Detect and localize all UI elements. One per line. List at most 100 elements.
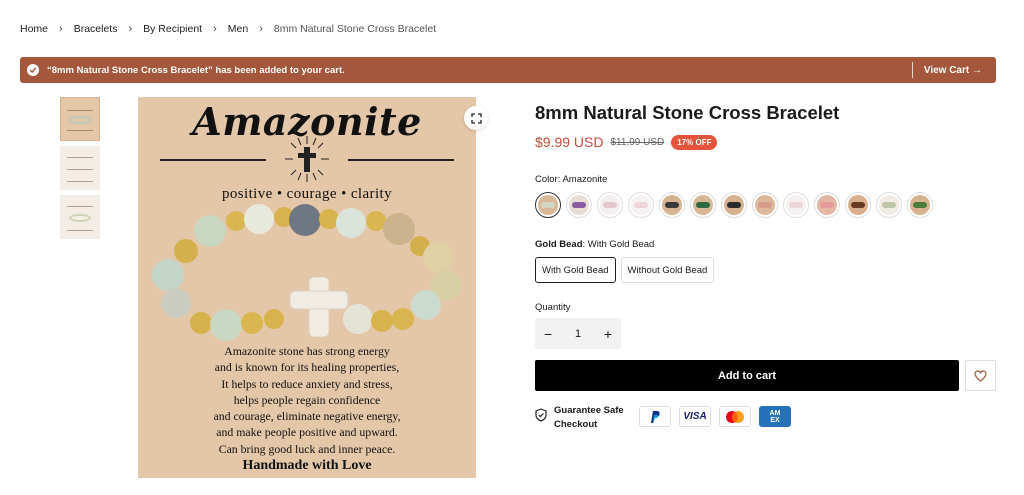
thumbnail-3[interactable] (60, 195, 100, 239)
swatch-image (786, 195, 806, 215)
gold-bead-label: Gold Bead (535, 239, 583, 250)
guarantee-text: Guarantee Safe Checkout (554, 405, 624, 430)
color-swatch[interactable] (690, 192, 716, 218)
main-product-image[interactable]: Amazonite positive • courage • clarity A… (138, 97, 476, 478)
sale-price: $9.99 USD (535, 134, 604, 150)
swatch-image (631, 195, 651, 215)
color-swatch[interactable] (814, 192, 840, 218)
chevron-right-icon: › (128, 23, 133, 35)
paypal-logo (651, 410, 660, 423)
price-row: $9.99 USD $11.99 USD 17% OFF (535, 134, 718, 150)
color-swatch[interactable] (535, 192, 561, 218)
swatch-bead (851, 202, 865, 208)
thumbnail-decor (67, 130, 93, 131)
thumbnail-decor (69, 116, 91, 124)
color-swatch[interactable] (659, 192, 685, 218)
with-gold-bead-button[interactable]: With Gold Bead (535, 257, 616, 283)
breadcrumb: Home › Bracelets › By Recipient › Men › … (20, 23, 436, 35)
view-cart-link[interactable]: View Cart → (924, 65, 982, 76)
quantity-input[interactable]: 1 (575, 328, 581, 340)
color-value: Amazonite (562, 174, 608, 185)
swatch-bead (541, 202, 555, 208)
thumbnail-1[interactable] (60, 97, 100, 141)
mastercard-logo (726, 410, 744, 423)
notice-divider (911, 62, 913, 78)
gold-bead-option-label: Gold Bead: With Gold Bead (535, 239, 655, 250)
added-to-cart-notice: “8mm Natural Stone Cross Bracelet” has b… (20, 57, 996, 83)
paypal-icon (639, 406, 671, 427)
description-line: and courage, eliminate negative energy, (213, 409, 401, 424)
add-to-cart-button[interactable]: Add to cart (535, 360, 959, 391)
visa-label: VISA (683, 411, 707, 422)
color-swatch[interactable] (907, 192, 933, 218)
visa-icon: VISA (679, 406, 711, 427)
color-swatch[interactable] (752, 192, 778, 218)
discount-badge: 17% OFF (671, 134, 718, 150)
swatch-image (817, 195, 837, 215)
color-swatch[interactable] (845, 192, 871, 218)
swatch-bead (789, 202, 803, 208)
image-signature: Handmade with Love (242, 458, 372, 473)
breadcrumb-current: 8mm Natural Stone Cross Bracelet (273, 23, 437, 35)
color-swatch[interactable] (876, 192, 902, 218)
swatch-image (600, 195, 620, 215)
swatch-bead (820, 202, 834, 208)
swatch-bead (603, 202, 617, 208)
thumbnail-decor (69, 214, 91, 222)
check-circle-icon (27, 64, 39, 76)
swatch-bead (758, 202, 772, 208)
thumbnail-decor (67, 169, 93, 170)
expand-image-button[interactable] (464, 106, 488, 130)
quantity-label: Quantity (535, 302, 571, 313)
thumbnail-list (60, 97, 100, 244)
image-divider (160, 159, 266, 161)
product-title: 8mm Natural Stone Cross Bracelet (535, 102, 840, 123)
chevron-right-icon: › (213, 23, 217, 35)
description-line: It helps to reduce anxiety and stress, (221, 376, 393, 391)
thumbnail-2[interactable] (60, 146, 100, 190)
without-gold-bead-button[interactable]: Without Gold Bead (620, 257, 715, 283)
description-line: helps people regain confidence (233, 392, 381, 407)
swatch-image (693, 195, 713, 215)
swatch-bead (665, 202, 679, 208)
swatch-image (848, 195, 868, 215)
swatch-bead (913, 202, 927, 208)
heart-icon (974, 369, 987, 382)
thumbnail-decor (67, 181, 93, 182)
notice-message: “8mm Natural Stone Cross Bracelet” has b… (47, 64, 345, 76)
quantity-increase-button[interactable]: + (604, 326, 612, 342)
swatch-bead (696, 202, 710, 208)
wishlist-button[interactable] (965, 360, 996, 391)
swatch-image (569, 195, 589, 215)
color-swatch[interactable] (628, 192, 654, 218)
bracelet-illustration (152, 204, 461, 341)
breadcrumb-by-recipient[interactable]: By Recipient (143, 23, 202, 35)
breadcrumb-men[interactable]: Men (228, 23, 248, 35)
color-swatch[interactable] (597, 192, 623, 218)
thumbnail-decor (67, 206, 93, 207)
swatch-image (724, 195, 744, 215)
payment-methods: VISA AM EX (639, 406, 799, 427)
chevron-right-icon: › (59, 23, 63, 35)
swatch-bead (634, 202, 648, 208)
quantity-stepper: − 1 + (535, 318, 621, 349)
color-swatch[interactable] (721, 192, 747, 218)
color-label: Color (535, 174, 558, 185)
gold-bead-options: With Gold Bead Without Gold Bead (535, 257, 719, 283)
color-option-label: Color: Amazonite (535, 174, 608, 185)
shield-check-icon (535, 408, 547, 422)
image-description: Amazonite stone has strong energy and is… (138, 343, 476, 457)
image-divider (348, 159, 454, 161)
breadcrumb-bracelets[interactable]: Bracelets (74, 23, 118, 35)
breadcrumb-home[interactable]: Home (20, 23, 48, 35)
compare-price: $11.99 USD (610, 136, 665, 148)
description-line: and is known for its healing properties, (214, 360, 400, 375)
quantity-decrease-button[interactable]: − (544, 326, 552, 342)
swatch-bead (882, 202, 896, 208)
color-swatch[interactable] (783, 192, 809, 218)
guarantee-safe-checkout: Guarantee Safe Checkout (535, 404, 632, 432)
description-line: Amazonite stone has strong energy (224, 344, 390, 358)
swatch-bead (572, 202, 586, 208)
swatch-image (910, 195, 930, 215)
color-swatch[interactable] (566, 192, 592, 218)
